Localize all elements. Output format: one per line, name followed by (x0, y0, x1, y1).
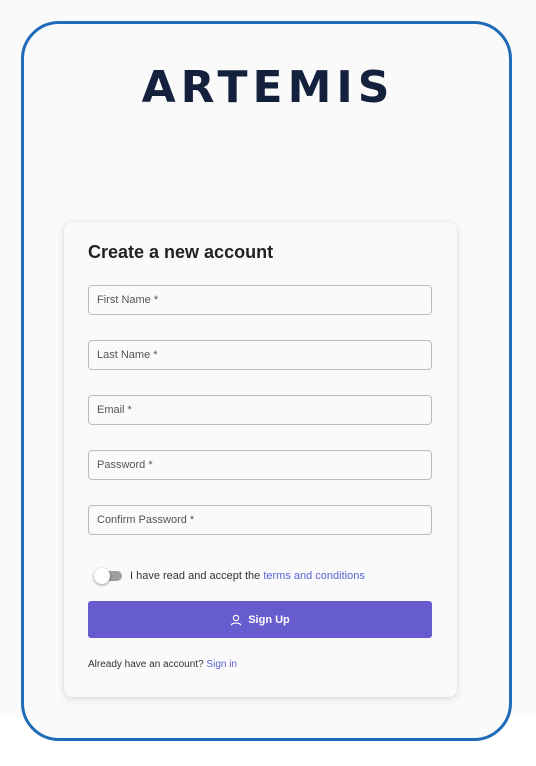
sign-up-button[interactable]: Sign Up (88, 601, 432, 638)
email-field[interactable] (88, 395, 432, 425)
confirm-password-field[interactable] (88, 505, 432, 535)
signin-row: Already have an account? Sign in (88, 659, 237, 670)
signup-card: Create a new account I have read and acc… (64, 222, 457, 697)
password-field[interactable] (88, 450, 432, 480)
email-input[interactable] (89, 396, 431, 424)
form-title: Create a new account (88, 242, 274, 262)
sign-in-link[interactable]: Sign in (206, 659, 237, 670)
last-name-input[interactable] (89, 341, 431, 369)
confirm-password-input[interactable] (89, 506, 431, 534)
first-name-input[interactable] (89, 286, 431, 314)
user-icon (230, 614, 242, 626)
toggle-knob (94, 568, 110, 584)
first-name-field[interactable] (88, 285, 432, 315)
terms-toggle[interactable] (94, 568, 122, 584)
terms-label: I have read and accept the terms and con… (130, 570, 365, 582)
last-name-field[interactable] (88, 340, 432, 370)
terms-link[interactable]: terms and conditions (263, 570, 365, 582)
terms-prefix: I have read and accept the (130, 570, 261, 582)
brand-logo: ARTEMIS (141, 62, 395, 113)
password-input[interactable] (89, 451, 431, 479)
sign-up-label: Sign Up (248, 613, 290, 626)
signin-prompt: Already have an account? (88, 659, 204, 670)
terms-row: I have read and accept the terms and con… (94, 568, 365, 584)
